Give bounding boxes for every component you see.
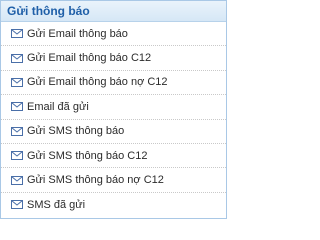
menu-item-label: Gửi Email thông báo nợ C12 xyxy=(27,76,168,89)
menu-item-label: Gửi SMS thông báo nợ C12 xyxy=(27,174,164,187)
menu-item-send-email[interactable]: Gửi Email thông báo xyxy=(1,22,226,47)
menu-item-sent-email[interactable]: Email đã gửi xyxy=(1,95,226,120)
menu-item-label: Gửi SMS thông báo xyxy=(27,125,125,138)
menu-item-send-email-c12[interactable]: Gửi Email thông báo C12 xyxy=(1,46,226,71)
envelope-icon xyxy=(11,102,23,112)
menu-item-send-email-debt-c12[interactable]: Gửi Email thông báo nợ C12 xyxy=(1,71,226,96)
envelope-icon xyxy=(11,29,23,39)
menu-item-label: SMS đã gửi xyxy=(27,198,86,211)
menu-item-sent-sms[interactable]: SMS đã gửi xyxy=(1,193,226,217)
menu-item-label: Gửi Email thông báo xyxy=(27,27,128,40)
notification-menu: Gửi Email thông báo Gửi Email thông báo … xyxy=(1,22,226,217)
envelope-icon xyxy=(11,77,23,87)
envelope-icon xyxy=(11,126,23,136)
panel-title: Gửi thông báo xyxy=(7,4,90,18)
menu-item-label: Gửi Email thông báo C12 xyxy=(27,52,152,65)
menu-item-send-sms-c12[interactable]: Gửi SMS thông báo C12 xyxy=(1,144,226,169)
menu-item-label: Email đã gửi xyxy=(27,100,89,113)
envelope-icon xyxy=(11,175,23,185)
panel-header: Gửi thông báo xyxy=(1,1,226,22)
menu-item-send-sms[interactable]: Gửi SMS thông báo xyxy=(1,120,226,144)
notification-panel: Gửi thông báo Gửi Email thông báo Gửi Em… xyxy=(0,0,227,219)
envelope-icon xyxy=(11,151,23,161)
menu-item-label: Gửi SMS thông báo C12 xyxy=(27,149,148,162)
envelope-icon xyxy=(11,53,23,63)
envelope-icon xyxy=(11,200,23,210)
menu-item-send-sms-debt-c12[interactable]: Gửi SMS thông báo nợ C12 xyxy=(1,168,226,193)
